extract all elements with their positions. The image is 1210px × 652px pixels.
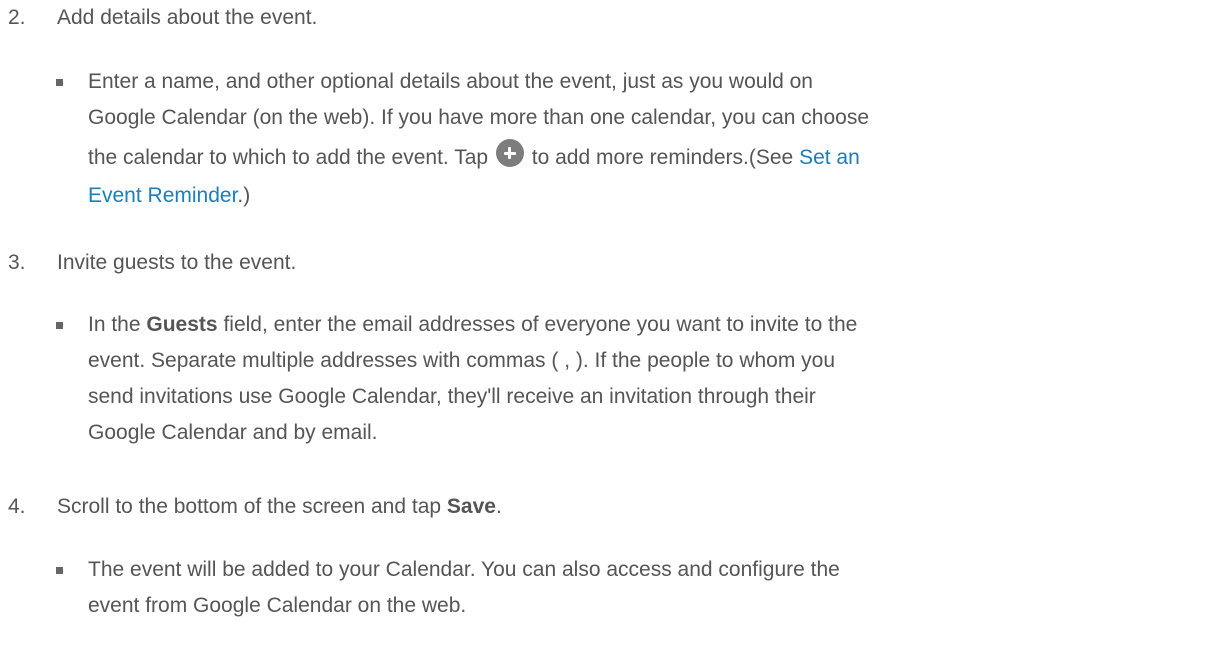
paragraph-line: Google Calendar (on the web). If you hav… [88,106,869,129]
bullet-marker [56,79,63,86]
step-number: 2. [8,6,26,29]
step-number: 4. [8,495,26,518]
paragraph-line: The event will be added to your Calendar… [88,558,840,581]
step-text: Add details about the event. [57,6,318,29]
paragraph-text: field, enter the email addresses of ever… [223,313,858,336]
paragraph-line: Enter a name, and other optional details… [88,70,813,93]
paragraph-text: .) [237,184,251,207]
guests-field-label: Guests [146,313,218,336]
paragraph-line: send invitations use Google Calendar, th… [88,385,816,408]
paragraph-text: the calendar to which to add the event. … [88,146,489,169]
paragraph-line: In the Guests field, enter the email add… [88,307,1188,343]
step-4-detail: The event will be added to your Calendar… [88,552,1188,624]
step-text-part: . [495,495,502,518]
step-3-detail: In the Guests field, enter the email add… [88,307,1188,451]
paragraph-line: the calendar to which to add the event. … [88,136,1188,178]
plus-circle-icon [495,139,524,167]
save-label: Save [446,495,496,518]
step-text-part: Scroll to the bottom of the screen and t… [57,495,442,518]
step-text: Invite guests to the event. [57,251,297,274]
step-number: 3. [8,251,26,274]
paragraph-text: to add more reminders.(See [531,146,794,169]
bullet-marker [56,567,63,574]
document-page: 2. Add details about the event. Enter a … [0,0,1210,652]
set-event-reminder-link[interactable]: Set an [799,146,860,169]
paragraph-line: Google Calendar and by email. [88,421,378,444]
paragraph-line: event from Google Calendar on the web. [88,594,467,617]
bullet-marker [56,322,63,329]
paragraph-text: In the [88,313,141,336]
step-text: Scroll to the bottom of the screen and t… [57,493,502,521]
set-event-reminder-link[interactable]: Event Reminder [88,184,237,207]
step-2-detail: Enter a name, and other optional details… [88,64,1188,214]
paragraph-line: event. Separate multiple addresses with … [88,349,836,372]
paragraph-line: Event Reminder.) [88,178,1188,214]
